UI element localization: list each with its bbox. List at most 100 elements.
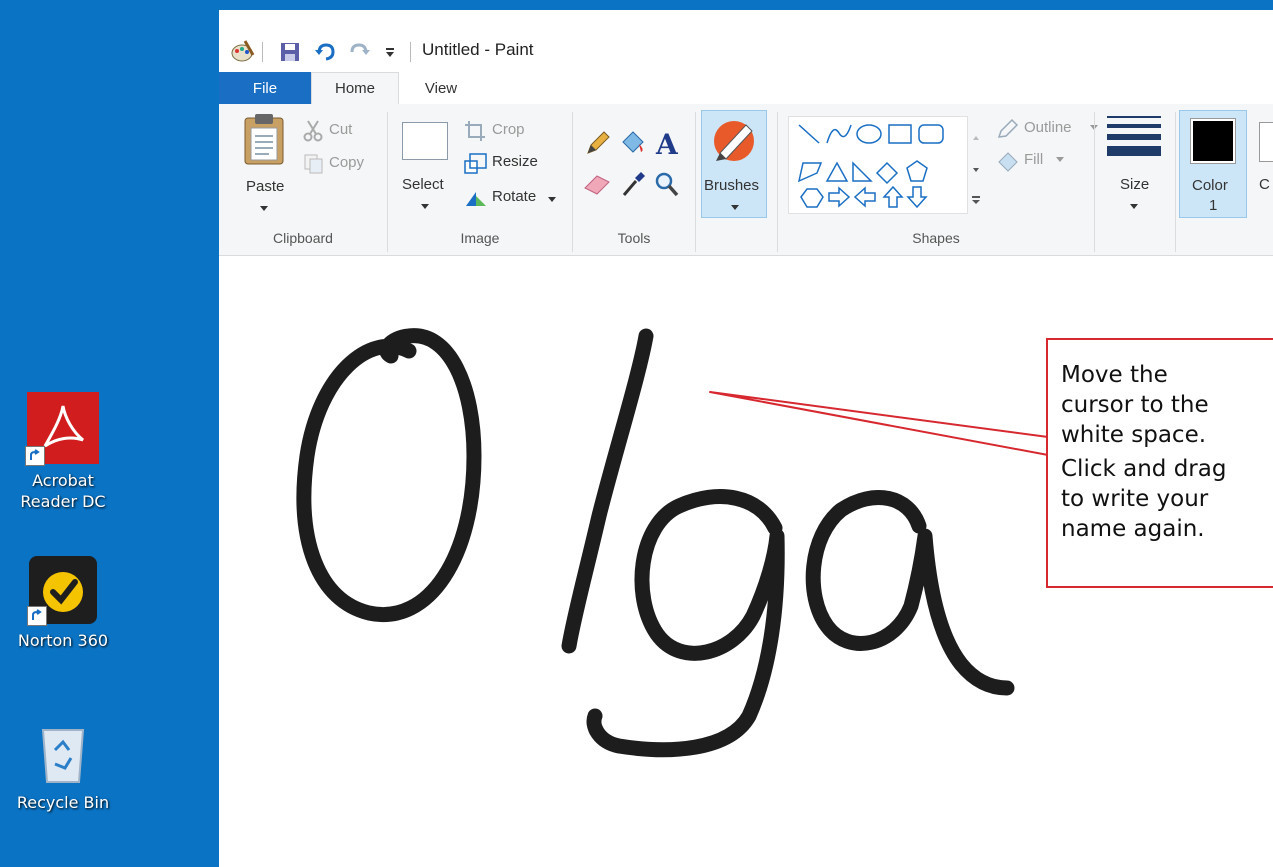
rotate-icon [466,192,486,206]
outline-button[interactable]: Outline [996,118,1098,142]
window-title: Untitled - Paint [422,40,534,59]
size-label: Size [1120,176,1150,193]
select-dropdown-icon [421,204,429,209]
desktop: Acrobat Reader DC Norton 360 Recycle Bin [0,0,219,867]
shapes-gallery-icons [797,124,944,209]
acrobat-icon [25,392,99,466]
rotate-label: Rotate [492,188,537,205]
shapes-gallery[interactable] [788,116,968,214]
magnifier-icon[interactable] [653,170,679,198]
callout-line: cursor to the [1061,392,1209,418]
callout-line: to write your [1061,486,1209,512]
copy-button[interactable]: Copy [303,153,375,177]
customize-quick-access-icon[interactable] [381,38,399,66]
tab-file[interactable]: File [219,72,311,104]
paint-window: Untitled - Paint File Home View Paste Cu… [219,0,1273,867]
undo-icon[interactable] [312,38,338,66]
fill-dropdown-icon [1056,157,1064,162]
tab-view[interactable]: View [401,72,481,104]
fill-bucket-small-icon [998,152,1018,172]
tab-home[interactable]: Home [311,72,399,104]
fill-button[interactable]: Fill [996,150,1096,174]
color2-button[interactable]: C [1255,118,1273,214]
image-group-label: Image [460,230,500,246]
resize-button[interactable]: Resize [464,152,554,176]
desktop-icon-label: Reader DC [20,492,106,511]
select-label: Select [402,176,444,193]
paste-icon [244,114,284,165]
desktop-icon-acrobat[interactable]: Acrobat Reader DC [0,392,126,512]
ribbon-tabs: File Home View [219,72,1273,104]
eraser-icon[interactable] [583,172,613,196]
desktop-icon-label: Norton 360 [17,631,109,650]
color1-label: Color [1192,177,1228,194]
scissors-icon [303,120,323,142]
select-rectangle-icon [402,122,448,160]
fill-label: Fill [1024,151,1044,168]
color1-swatch [1190,118,1236,164]
tools-group-label: Tools [617,230,651,246]
color2-swatch [1259,122,1273,162]
shapes-group-label: Shapes [912,230,960,246]
color1-number: 1 [1209,197,1218,214]
brushes-icon [714,121,754,161]
text-tool-icon[interactable]: A [653,128,681,161]
ribbon-home: Paste Cut Copy Clipboard Select Crop Res… [219,104,1273,256]
title-separator [410,42,411,62]
line-size-icon [1107,116,1161,156]
crop-label: Crop [492,121,525,138]
save-icon[interactable] [277,38,303,66]
pencil-icon[interactable] [585,130,611,156]
rotate-dropdown-icon [548,197,556,202]
crop-icon [465,121,485,141]
desktop-icon-norton[interactable]: Norton 360 [0,556,126,651]
copy-icon [304,154,323,174]
screenshot: Acrobat Reader DC Norton 360 Recycle Bin… [0,0,1273,867]
instruction-callout: Move the cursor to the white space. Clic… [1046,338,1273,588]
outline-pencil-icon [997,118,1019,138]
color1-button[interactable]: Color 1 [1179,110,1247,218]
paste-button[interactable]: Paste [233,108,293,218]
group-separator [1175,112,1176,252]
cut-button[interactable]: Cut [303,120,375,144]
fill-bucket-icon[interactable] [619,128,647,156]
callout-line: name again. [1061,516,1205,542]
redo-icon[interactable] [347,38,373,66]
shapes-scrollbar[interactable] [968,116,984,214]
title-separator [262,42,263,62]
recycle-bin-icon [33,720,93,786]
image-group: Select Crop Resize Rotate Image [388,104,572,254]
clipboard-group: Paste Cut Copy Clipboard [219,104,387,254]
paste-label: Paste [246,178,285,195]
shapes-group: Outline Fill Shapes [778,104,1098,254]
shortcut-arrow-icon [27,606,47,626]
shapes-scroll-icons [972,136,980,204]
paste-dropdown-icon [260,206,268,211]
brushes-dropdown-icon [731,205,739,210]
size-group: Size [1095,104,1175,254]
crop-button[interactable]: Crop [464,120,554,144]
color-picker-icon[interactable] [621,170,647,198]
brushes-button[interactable]: Brushes [701,110,767,218]
copy-label: Copy [329,154,365,171]
norton-icon [27,556,97,626]
desktop-icon-recycle-bin[interactable]: Recycle Bin [0,720,126,813]
cut-label: Cut [329,121,353,138]
select-button[interactable]: Select [398,118,452,214]
brushes-label: Brushes [704,177,760,194]
tools-group: A Tools [573,104,695,254]
resize-icon [464,153,487,174]
shortcut-arrow-icon [25,446,45,466]
callout-line: Move the [1061,362,1168,388]
rotate-button[interactable]: Rotate [464,186,564,210]
outline-label: Outline [1024,119,1072,136]
color2-label: C [1259,176,1270,193]
svg-text:A: A [655,128,679,158]
title-bar: Untitled - Paint [219,10,1273,72]
size-button[interactable]: Size [1105,110,1165,218]
size-dropdown-icon [1130,204,1138,209]
resize-label: Resize [492,153,538,170]
window-top-border [219,0,1273,10]
paint-app-icon[interactable] [227,38,257,66]
callout-line: Click and drag [1061,456,1227,482]
